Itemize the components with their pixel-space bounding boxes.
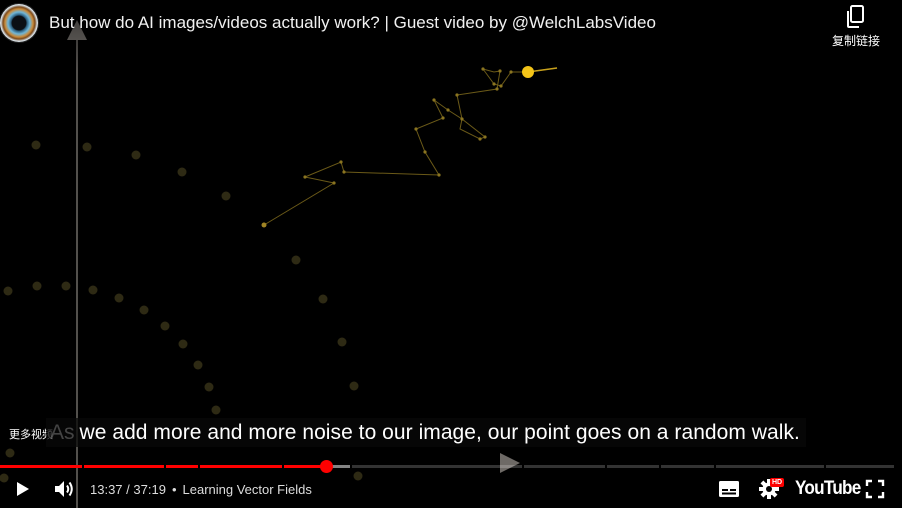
settings-button[interactable]	[754, 470, 784, 508]
subtitles-icon	[719, 481, 739, 497]
play-button[interactable]	[8, 470, 36, 508]
chapter-marker	[82, 465, 85, 468]
youtube-logo[interactable]: YouTube	[795, 478, 861, 500]
subtitles-button[interactable]	[714, 470, 744, 508]
video-title[interactable]: But how do AI images/videos actually wor…	[49, 12, 656, 34]
chapter-marker	[522, 465, 525, 468]
copy-icon	[847, 5, 864, 28]
chapter-marker	[824, 465, 827, 468]
current-point	[522, 66, 534, 78]
duration: 37:19	[133, 482, 166, 497]
volume-icon	[55, 481, 73, 497]
chapter-marker	[349, 465, 352, 468]
volume-button[interactable]	[49, 470, 79, 508]
control-bar: 13:37 / 37:19 • Learning Vector Fields H…	[0, 470, 902, 508]
current-time: 13:37	[90, 482, 123, 497]
fullscreen-icon	[865, 479, 885, 499]
progress-bar[interactable]	[0, 460, 894, 473]
copy-link-button[interactable]: 复制链接	[826, 4, 886, 49]
chapter-marker	[163, 465, 166, 468]
chapter-marker	[658, 465, 661, 468]
video-player[interactable]: But how do AI images/videos actually wor…	[0, 0, 902, 508]
fullscreen-button[interactable]	[862, 470, 888, 508]
chapter-title[interactable]: Learning Vector Fields	[183, 482, 312, 497]
chapter-marker	[714, 465, 717, 468]
random-walk-path	[263, 67, 558, 226]
caption-window: As we add more and more noise to our ima…	[46, 418, 806, 447]
copy-link-label: 复制链接	[831, 34, 880, 48]
channel-avatar[interactable]	[0, 4, 38, 42]
caption-text: we add more and more noise to our image,…	[79, 420, 800, 444]
play-icon	[17, 482, 29, 496]
chapter-marker	[198, 465, 201, 468]
chapter-marker	[605, 465, 608, 468]
hd-badge: HD	[770, 478, 785, 487]
time-separator: /	[122, 482, 134, 497]
time-display: 13:37 / 37:19 • Learning Vector Fields	[90, 482, 312, 497]
caption-prefix: As	[50, 420, 75, 444]
chapter-separator-dot: •	[171, 482, 177, 497]
chapter-marker	[281, 465, 284, 468]
